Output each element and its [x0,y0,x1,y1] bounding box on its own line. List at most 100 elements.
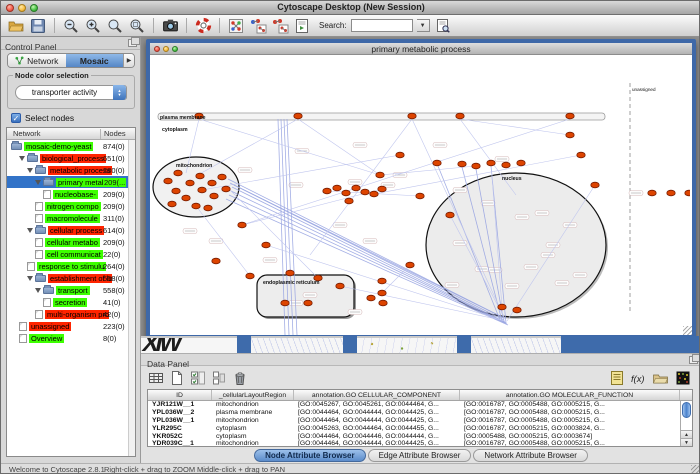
zoom-fit-icon[interactable] [106,17,124,35]
network-node[interactable] [196,173,204,179]
network-node[interactable] [456,113,464,119]
tree-row-nucleobase-[interactable]: nucleobase-209(0) [7,188,128,200]
create-network-view-icon[interactable] [227,17,245,35]
network-node[interactable] [192,203,200,209]
network-node[interactable] [333,185,341,191]
import-network-icon[interactable] [293,17,311,35]
delete-attribute-icon[interactable] [189,369,206,386]
network-node[interactable] [416,193,424,199]
zoom-out-icon[interactable] [62,17,80,35]
tab-edge-attribute-browser[interactable]: Edge Attribute Browser [368,449,472,462]
network-node[interactable] [376,172,384,178]
network-node[interactable] [222,186,230,192]
float-panel-icon[interactable] [128,39,137,47]
zoom-in-icon[interactable] [84,17,102,35]
network-node[interactable] [352,185,360,191]
network-window-resize-grip[interactable] [683,326,692,335]
tab-mosaic[interactable]: Mosaic [66,54,124,67]
tab-node-attribute-browser[interactable]: Node Attribute Browser [254,449,366,462]
tree-row-transport[interactable]: transport558(0) [7,284,128,296]
network-node[interactable] [336,283,344,289]
column-header[interactable]: ID [148,390,212,400]
background-window-fragment[interactable]: XIW [141,336,237,353]
annotation-icon[interactable] [608,369,625,386]
tree-row-metabolic-process[interactable]: metabolic process280(0) [7,164,128,176]
network-node[interactable] [262,242,270,248]
network-node[interactable] [566,132,574,138]
node-color-attribute-select[interactable]: transporter activity ▲▼ [15,85,127,100]
network-node[interactable] [433,160,441,166]
network-canvas[interactable]: plasma membranecytoplasmmitochondrionnuc… [150,55,690,335]
tree-row-mosaic-demo-yeast[interactable]: mosaic-demo-yeast874(0) [7,140,128,152]
expander-icon[interactable] [27,228,33,233]
expander-icon[interactable] [27,276,33,281]
network-node[interactable] [218,174,226,180]
tab-network-attribute-browser[interactable]: Network Attribute Browser [473,449,587,462]
tree-row-cell-communicat[interactable]: cell communicat22(0) [7,248,128,260]
table-row[interactable]: YPL036W__2plasma membrane[GO:0044464, GO… [148,409,680,417]
network-node[interactable] [379,300,387,306]
save-session-icon[interactable] [29,17,47,35]
destroy-network-view-icon[interactable] [271,17,289,35]
network-node[interactable] [406,262,414,268]
tree-row-unassigned[interactable]: unassigned223(0) [7,320,128,332]
network-node[interactable] [186,180,194,186]
table-row[interactable]: YJR121W__1mitochondrion[GO:0045267, GO:0… [148,401,680,409]
network-node[interactable] [210,193,218,199]
import-attributes-icon[interactable] [652,369,669,386]
network-node[interactable] [345,198,353,204]
network-node[interactable] [168,201,176,207]
tree-row-cellular-metabo[interactable]: cellular metabo209(0) [7,236,128,248]
tree-row-multi-organism-pro[interactable]: multi-organism pro42(0) [7,308,128,320]
network-node[interactable] [323,188,331,194]
network-node[interactable] [517,160,525,166]
expander-icon[interactable] [35,288,41,293]
network-node[interactable] [396,152,404,158]
network-node[interactable] [246,273,254,279]
table-row[interactable]: YKR052Ccytoplasm[GO:0044464, GO:0044446,… [148,432,680,440]
expander-icon[interactable] [19,156,25,161]
network-node[interactable] [281,300,289,306]
table-scrollbar-thumb[interactable] [682,402,691,418]
network-window-titlebar[interactable]: primary metabolic process [150,43,692,55]
trash-icon[interactable] [231,369,248,386]
tree-row-establishment-of-lo[interactable]: establishment of lo558(0) [7,272,128,284]
tree-row-nitrogen-compo[interactable]: nitrogen compo209(0) [7,200,128,212]
network-node[interactable] [164,178,172,184]
tree-row-macromolecule[interactable]: macromolecule311(0) [7,212,128,224]
network-node[interactable] [342,190,350,196]
scroll-down-button[interactable]: ▼ [681,438,692,446]
network-node[interactable] [304,300,312,306]
network-node[interactable] [294,113,302,119]
network-node[interactable] [378,290,386,296]
network-node[interactable] [286,270,294,276]
select-nodes-checkbox[interactable]: ✓ [11,113,21,123]
scroll-up-button[interactable]: ▲ [681,430,692,438]
column-header[interactable]: annotation.GO CELLULAR_COMPONENT [294,390,460,400]
network-node[interactable] [198,187,206,193]
table-row[interactable]: YLR295Ccytoplasm[GO:0045263, GO:0044464,… [148,424,680,432]
background-window-fragment[interactable] [357,336,457,353]
network-node[interactable] [212,258,220,264]
export-image-icon[interactable] [161,17,179,35]
network-node[interactable] [566,113,574,119]
network-node[interactable] [367,295,375,301]
float-panel-icon[interactable] [689,356,698,364]
network-node[interactable] [487,160,495,166]
background-window-fragment[interactable] [251,336,343,353]
network-node[interactable] [685,190,690,196]
column-header[interactable]: _cellularLayoutRegion [212,390,294,400]
search-input[interactable] [351,19,413,32]
network-node[interactable] [498,304,506,310]
network-node[interactable] [408,113,416,119]
network-node[interactable] [208,180,216,186]
function-builder-icon[interactable]: f(x) [630,369,647,386]
tree-row-primary-metabo[interactable]: primary metabo209(... [7,176,128,188]
open-session-icon[interactable] [7,17,25,35]
network-node[interactable] [370,191,378,197]
network-node[interactable] [172,188,180,194]
network-node[interactable] [667,190,675,196]
network-node[interactable] [458,161,466,167]
tab-overflow-arrow[interactable]: ▶ [123,54,134,67]
zoom-selected-icon[interactable] [128,17,146,35]
